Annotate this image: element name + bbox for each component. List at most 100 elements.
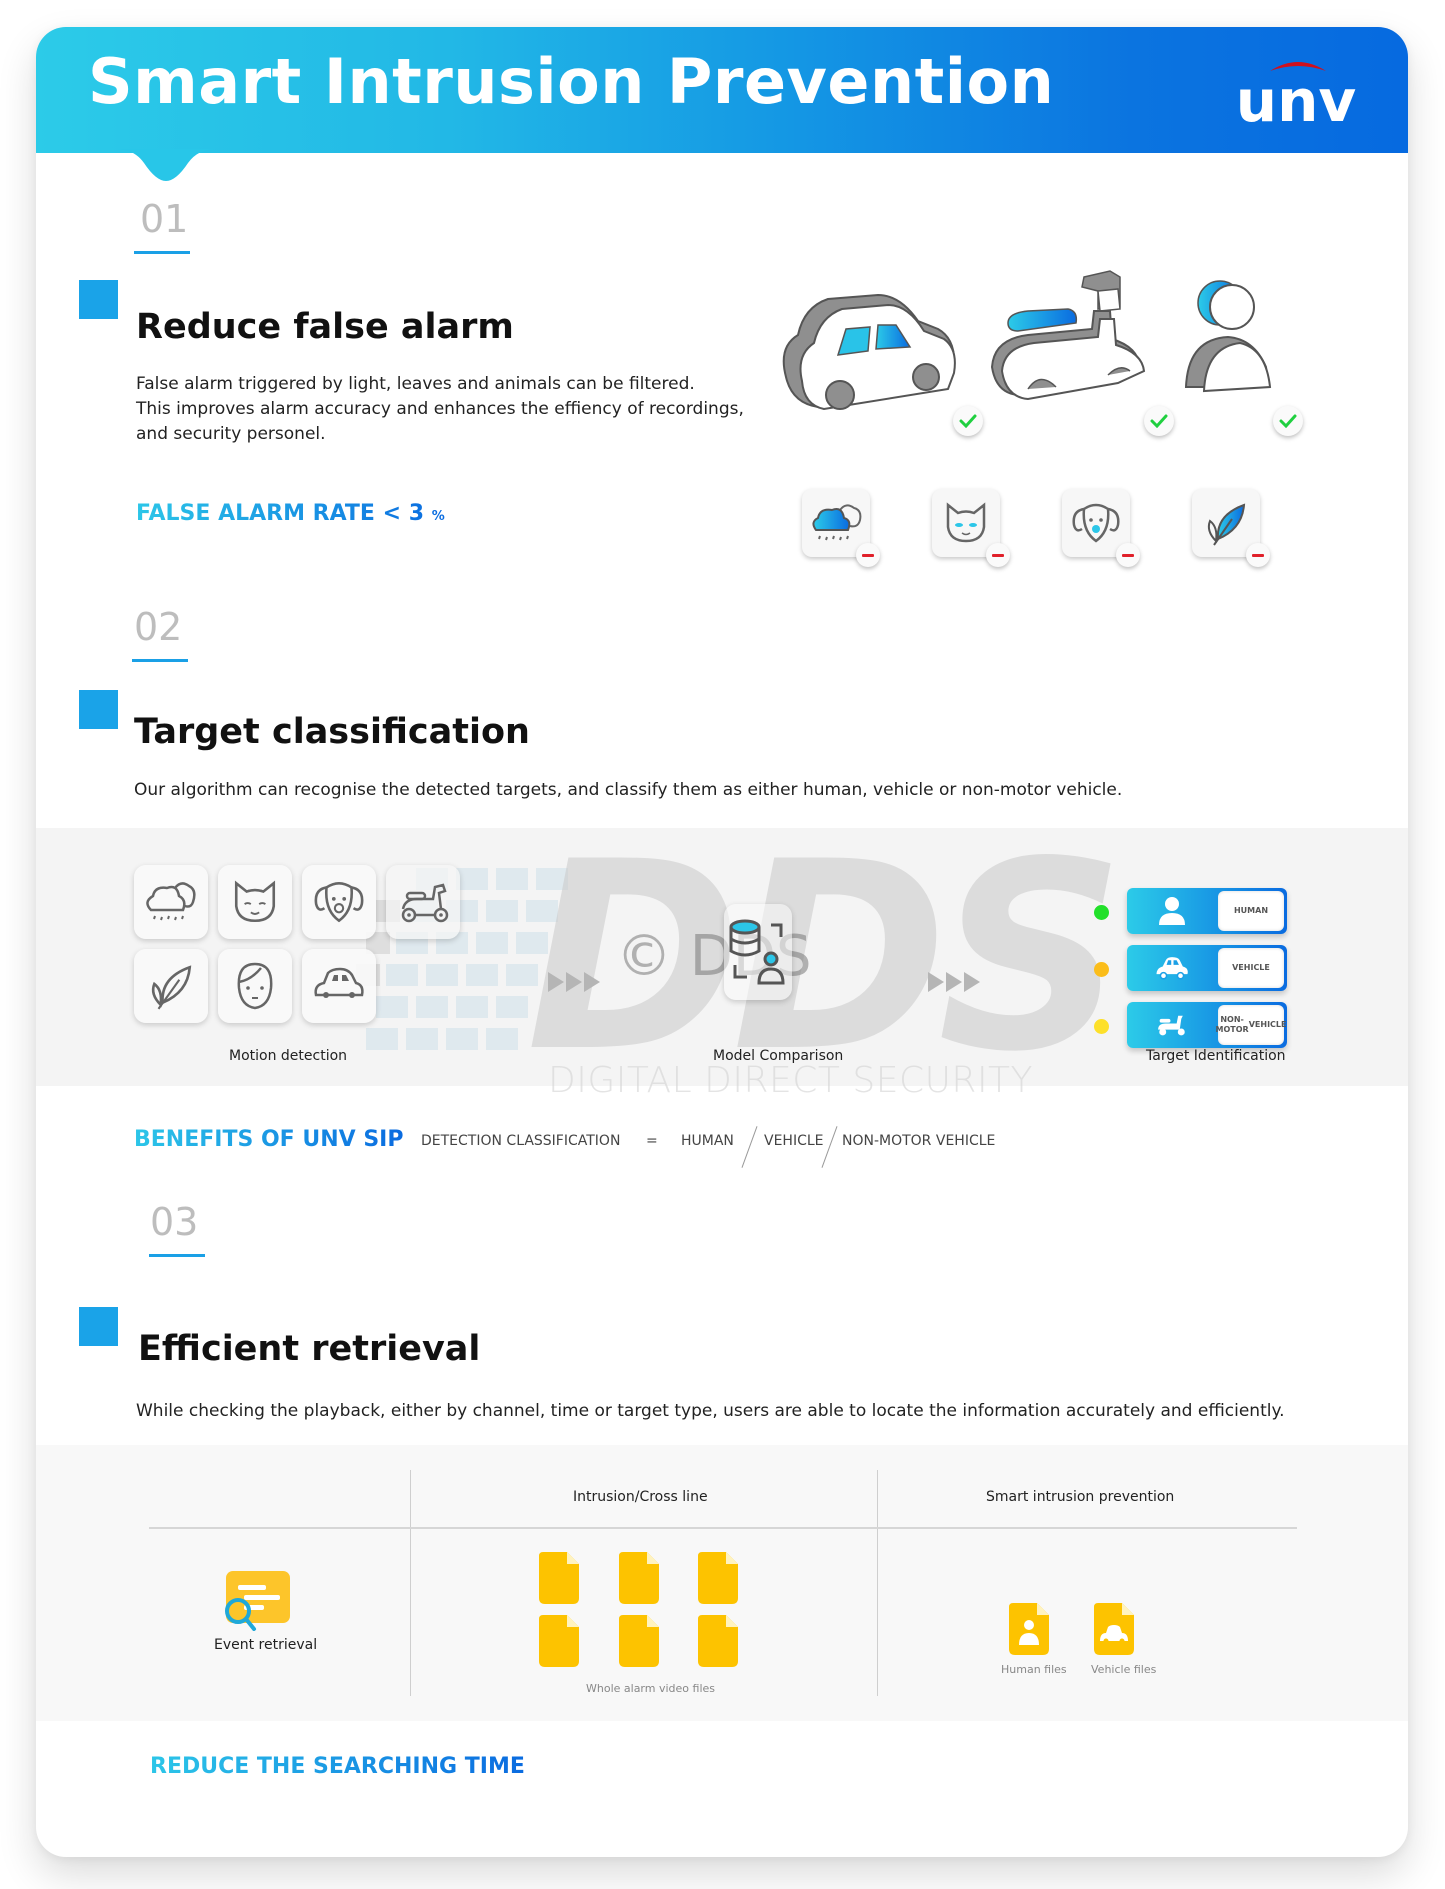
flow-arrow-1 xyxy=(548,972,600,992)
motion-tile xyxy=(386,865,460,939)
filter-tile-cat xyxy=(932,489,1010,567)
reduce-searching-time: REDUCE THE SEARCHING TIME xyxy=(150,1754,525,1779)
body-line: This improves alarm accuracy and enhance… xyxy=(136,399,744,419)
col-header-smart: Smart intrusion prevention xyxy=(986,1489,1175,1505)
video-file-icon xyxy=(698,1552,738,1604)
section-heading: Target classification xyxy=(134,712,530,752)
filter-tile-leaf xyxy=(1192,489,1270,567)
target-pill: VEHICLE xyxy=(1127,945,1287,991)
target-pill: NON-MOTOR VEHICLE xyxy=(1127,1002,1287,1048)
header-tab-notch xyxy=(116,149,216,181)
rate-value: 3 xyxy=(408,501,425,526)
target-non-motor-vehicle: NON-MOTOR VEHICLE xyxy=(1094,1002,1297,1050)
target-label: NON-MOTOR VEHICLE xyxy=(1215,1005,1286,1045)
person-icon xyxy=(1184,280,1272,393)
motion-tile xyxy=(218,949,292,1023)
infographic-card: Smart Intrusion Prevention unv 01 Reduce… xyxy=(36,27,1408,1857)
target-vehicle: VEHICLE xyxy=(1094,945,1297,993)
filter-tile-dog xyxy=(1062,489,1140,567)
section-number-underline xyxy=(134,251,190,254)
minus-icon xyxy=(1116,543,1140,567)
intrusion-caption: Whole alarm video files xyxy=(586,1682,716,1695)
divider-slash xyxy=(821,1126,838,1168)
section-body: While checking the playback, either by c… xyxy=(136,1401,1285,1421)
video-file-icon xyxy=(619,1552,659,1604)
cat-icon xyxy=(946,502,986,543)
status-dot-yellow xyxy=(1094,1019,1109,1034)
section-number-underline xyxy=(132,659,188,662)
video-file-icon xyxy=(619,1615,659,1667)
dog-icon xyxy=(1072,503,1120,543)
human-files-label: Human files xyxy=(1001,1663,1067,1676)
person-file-icon xyxy=(1009,1603,1049,1655)
flow-arrow-2 xyxy=(928,972,980,992)
benefits-left: DETECTION CLASSIFICATION xyxy=(421,1133,621,1149)
check-icon xyxy=(953,406,983,436)
page-title: Smart Intrusion Prevention xyxy=(88,45,1055,118)
row-label-event-retrieval: Event retrieval xyxy=(214,1637,318,1653)
motion-tile xyxy=(218,865,292,939)
body-line: and security personel. xyxy=(136,424,326,444)
leaf-icon xyxy=(1207,503,1246,546)
target-pill: HUMAN xyxy=(1127,888,1287,934)
event-retrieval-icon xyxy=(225,1571,290,1631)
car-icon xyxy=(1156,957,1188,980)
rate-operator: < xyxy=(382,501,402,526)
person-icon xyxy=(1159,897,1185,925)
dog-icon xyxy=(314,882,364,923)
divider-slash xyxy=(741,1126,758,1168)
leaf-icon xyxy=(151,965,192,1010)
col-header-intrusion: Intrusion/Cross line xyxy=(573,1489,708,1505)
cat-icon xyxy=(234,880,276,923)
vehicle-files-label: Vehicle files xyxy=(1091,1663,1157,1676)
benefits-item: VEHICLE xyxy=(764,1133,824,1149)
minus-icon xyxy=(986,543,1010,567)
rain-cloud-icon xyxy=(146,882,196,921)
section-marker xyxy=(79,280,118,319)
scooter-icon xyxy=(990,270,1146,401)
target-human: HUMAN xyxy=(1094,888,1297,936)
section-number: 03 xyxy=(150,1200,199,1244)
woman-face-icon xyxy=(237,962,273,1010)
watermark-subtitle: DIGITAL DIRECT SECURITY xyxy=(548,1060,1034,1101)
model-comparison-tile xyxy=(724,904,792,1000)
retrieval-comparison-table: Intrusion/Cross line Smart intrusion pre… xyxy=(36,1445,1408,1721)
database-person-icon xyxy=(729,919,785,985)
car-icon xyxy=(782,293,956,411)
status-dot-green xyxy=(1094,905,1109,920)
section-marker xyxy=(79,690,118,729)
table-divider xyxy=(410,1470,411,1696)
car-file-icon xyxy=(1094,1603,1134,1655)
scooter-icon xyxy=(401,883,449,923)
section-number: 01 xyxy=(140,197,189,241)
benefits-equals: = xyxy=(646,1133,658,1149)
svg-text:unv: unv xyxy=(1236,67,1356,129)
minus-icon xyxy=(1246,543,1270,567)
video-file-icon xyxy=(539,1615,579,1667)
body-line: False alarm triggered by light, leaves a… xyxy=(136,374,695,394)
target-label-line: NON-MOTOR xyxy=(1215,1015,1249,1034)
benefits-item: NON-MOTOR VEHICLE xyxy=(842,1133,996,1149)
header-banner: Smart Intrusion Prevention unv xyxy=(36,27,1408,153)
table-header-rule xyxy=(149,1527,1297,1529)
section-marker xyxy=(79,1307,118,1346)
section-number: 02 xyxy=(134,605,183,649)
false-alarm-rate: FALSE ALARM RATE < 3 % xyxy=(136,501,445,526)
section-body: Our algorithm can recognise the detected… xyxy=(134,780,1123,800)
scooter-icon xyxy=(1158,1015,1185,1036)
classification-flow: DDS Motion detection © DDS Model Compari… xyxy=(36,828,1408,1101)
benefits-title: BENEFITS OF UNV SIP xyxy=(134,1127,404,1152)
video-file-icon xyxy=(698,1615,738,1667)
benefits-item: HUMAN xyxy=(681,1133,734,1149)
check-icon xyxy=(1273,406,1303,436)
minus-icon xyxy=(856,543,880,567)
status-dot-orange xyxy=(1094,962,1109,977)
check-icon xyxy=(1144,406,1174,436)
video-file-icon xyxy=(539,1552,579,1604)
section-number-underline xyxy=(149,1254,205,1257)
unv-logo: unv xyxy=(1236,62,1356,129)
motion-tile xyxy=(134,865,208,939)
target-label: VEHICLE xyxy=(1218,948,1284,988)
filter-tile-rain xyxy=(802,489,880,567)
section-heading: Efficient retrieval xyxy=(138,1329,481,1369)
